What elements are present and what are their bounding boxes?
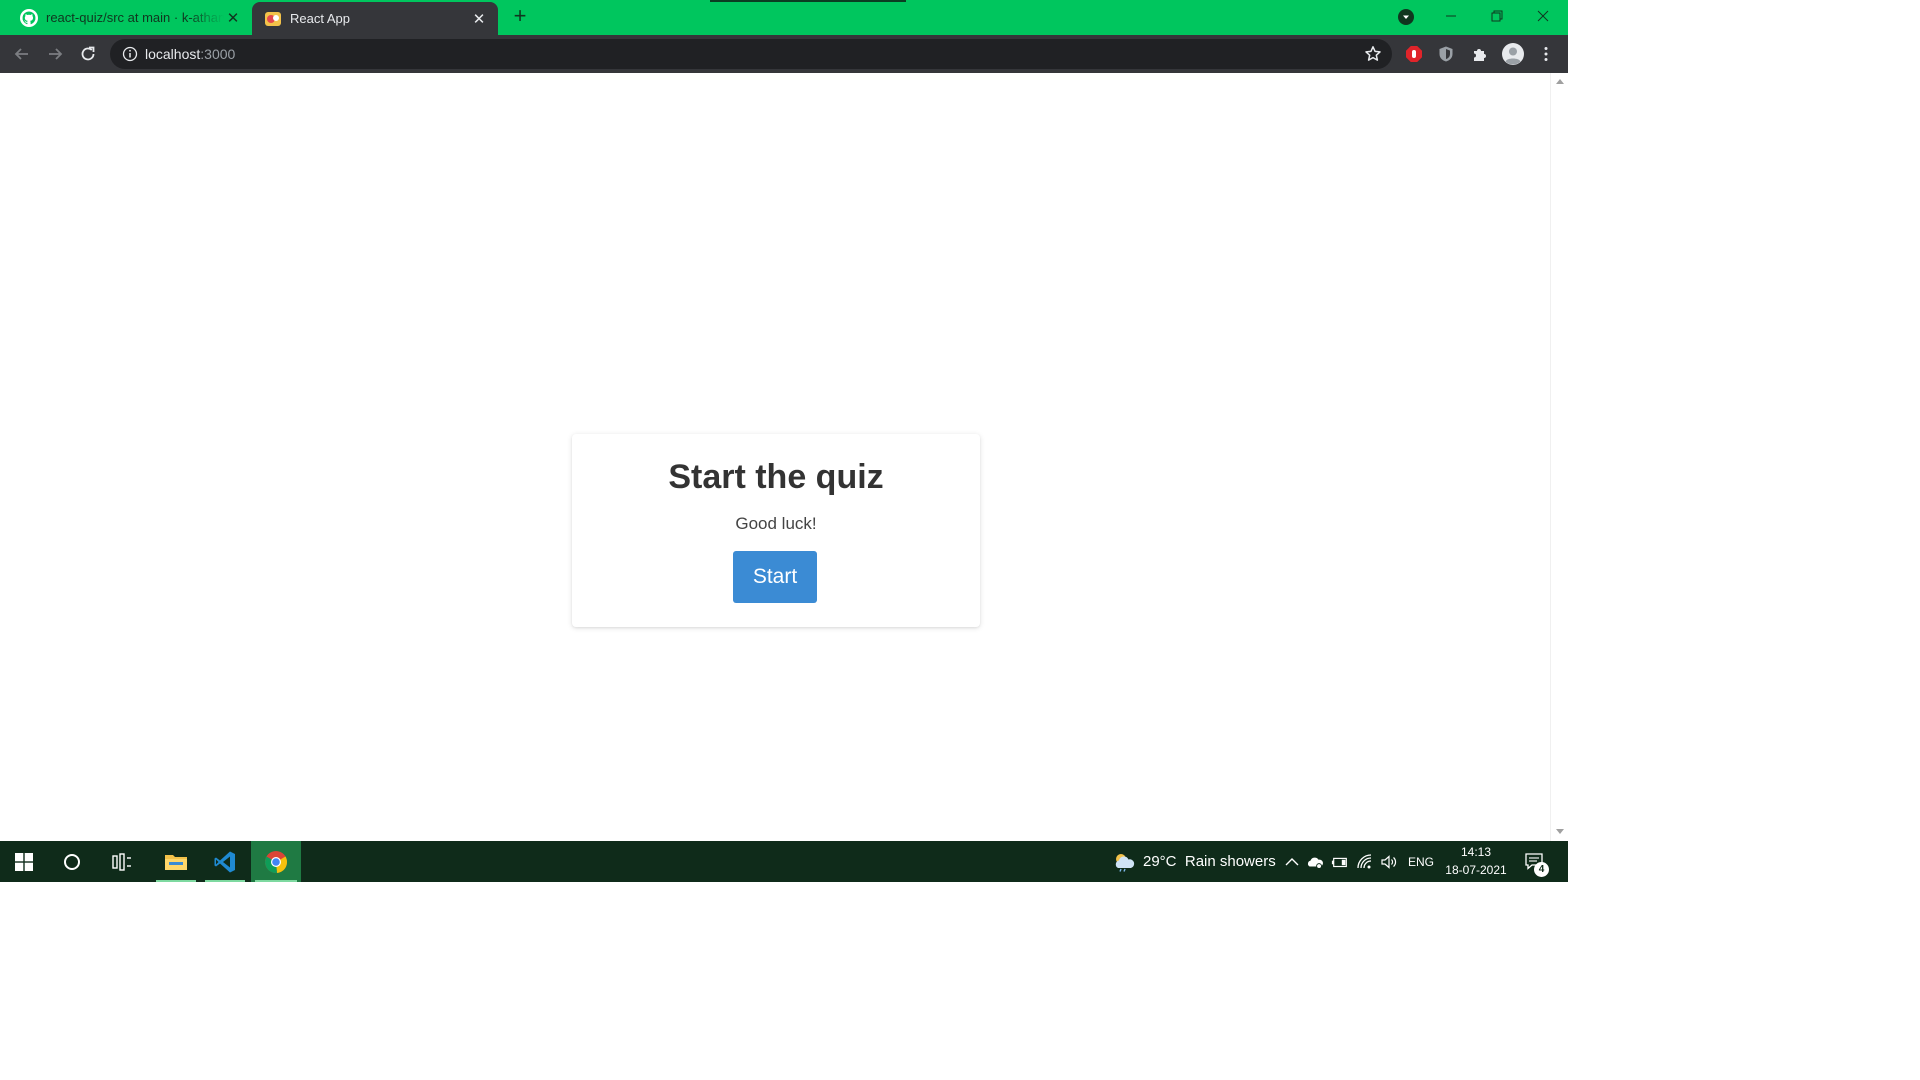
scroll-down-icon[interactable] bbox=[1556, 829, 1564, 834]
forward-button[interactable] bbox=[41, 40, 69, 68]
start-menu-button[interactable] bbox=[0, 841, 48, 882]
browser-toolbar: localhost:3000 bbox=[0, 35, 1568, 73]
address-bar[interactable]: localhost:3000 bbox=[110, 39, 1392, 69]
minimize-icon bbox=[1446, 15, 1456, 17]
stop-hand-icon bbox=[1406, 46, 1422, 62]
chrome-icon bbox=[264, 850, 288, 873]
notification-badge: 4 bbox=[1534, 862, 1549, 877]
battery-icon[interactable] bbox=[1331, 853, 1349, 871]
task-view-icon bbox=[112, 852, 131, 871]
quiz-start-card: Start the quiz Good luck! Start bbox=[572, 434, 980, 627]
reload-button[interactable] bbox=[74, 40, 102, 68]
language-indicator[interactable]: ENG bbox=[1408, 855, 1434, 869]
restore-icon bbox=[1491, 10, 1503, 22]
info-icon[interactable] bbox=[122, 46, 138, 62]
weather-condition: Rain showers bbox=[1184, 853, 1276, 870]
reload-icon bbox=[81, 46, 95, 61]
taskbar-chrome[interactable] bbox=[251, 841, 301, 882]
running-indicator bbox=[255, 880, 297, 882]
close-icon[interactable]: ✕ bbox=[470, 10, 488, 28]
running-indicator bbox=[205, 880, 245, 882]
arrow-right-icon bbox=[49, 48, 63, 60]
wifi-icon[interactable] bbox=[1356, 853, 1374, 871]
taskbar-file-explorer[interactable] bbox=[152, 841, 200, 882]
clock-date: 18-07-2021 bbox=[1445, 863, 1507, 877]
github-icon bbox=[20, 8, 38, 27]
speaker-icon[interactable] bbox=[1380, 853, 1398, 871]
shield-icon bbox=[1439, 46, 1453, 62]
browser-tab-strip: react-quiz/src at main · k-atharva ✕ Rea… bbox=[0, 0, 1568, 35]
tab-title: React App bbox=[290, 11, 350, 26]
puzzle-piece-icon bbox=[1474, 49, 1486, 61]
vertical-scrollbar[interactable] bbox=[1550, 73, 1568, 841]
browser-menu-button[interactable] bbox=[1532, 40, 1560, 68]
vscode-icon bbox=[214, 851, 235, 872]
url-text[interactable]: localhost:3000 bbox=[145, 39, 235, 69]
window-drag-indicator bbox=[710, 0, 906, 2]
weather-widget[interactable]: 29°C Rain showers bbox=[1143, 853, 1276, 870]
minimize-button[interactable] bbox=[1428, 0, 1474, 32]
arrow-left-icon bbox=[14, 48, 28, 60]
url-port: :3000 bbox=[200, 46, 236, 62]
profile-button[interactable] bbox=[1499, 40, 1527, 68]
tab-react-app[interactable]: React App ✕ bbox=[252, 2, 498, 35]
weather-temp: 29°C bbox=[1143, 853, 1177, 870]
start-button[interactable]: Start bbox=[733, 551, 817, 603]
tab-search-icon[interactable] bbox=[1398, 9, 1414, 25]
clock[interactable]: 14:13 18-07-2021 bbox=[1440, 845, 1512, 877]
onedrive-icon[interactable] bbox=[1306, 853, 1324, 871]
close-icon bbox=[1537, 10, 1549, 22]
windows-logo-icon bbox=[15, 852, 33, 871]
scroll-up-icon[interactable] bbox=[1556, 79, 1564, 84]
taskbar-vscode[interactable] bbox=[201, 841, 249, 882]
action-center-button[interactable]: 4 bbox=[1524, 852, 1550, 877]
task-view-button[interactable] bbox=[98, 841, 146, 882]
folder-icon bbox=[165, 854, 187, 870]
page-title: Start the quiz bbox=[668, 458, 884, 496]
cortana-circle-icon bbox=[64, 853, 80, 870]
extensions-button[interactable] bbox=[1466, 40, 1494, 68]
cloud-rain-icon[interactable] bbox=[1112, 852, 1136, 872]
card-subtitle: Good luck! bbox=[735, 514, 817, 533]
tab-github[interactable]: react-quiz/src at main · k-atharva ✕ bbox=[0, 0, 252, 35]
url-host: localhost bbox=[145, 46, 201, 62]
back-button[interactable] bbox=[8, 40, 36, 68]
close-icon[interactable]: ✕ bbox=[224, 9, 242, 27]
react-app-favicon bbox=[265, 11, 281, 26]
clock-time: 14:13 bbox=[1460, 845, 1492, 859]
chevron-up-icon[interactable] bbox=[1283, 853, 1301, 871]
avatar-icon bbox=[1502, 43, 1524, 65]
extension-adblock-button[interactable] bbox=[1400, 40, 1428, 68]
running-indicator bbox=[156, 880, 196, 882]
kebab-menu-icon bbox=[1544, 47, 1548, 61]
plus-icon[interactable]: + bbox=[508, 5, 532, 29]
extension-shield-button[interactable] bbox=[1432, 40, 1460, 68]
windows-taskbar: 29°C Rain showers ENG 14:13 18-07-2021 4 bbox=[0, 841, 1568, 882]
window-close-button[interactable] bbox=[1520, 0, 1566, 32]
search-button[interactable] bbox=[48, 841, 96, 882]
star-icon[interactable] bbox=[1364, 45, 1382, 63]
restore-button[interactable] bbox=[1474, 0, 1520, 32]
tab-title: react-quiz/src at main · k-atharva bbox=[46, 10, 224, 25]
page-viewport: Start the quiz Good luck! Start bbox=[0, 73, 1550, 841]
